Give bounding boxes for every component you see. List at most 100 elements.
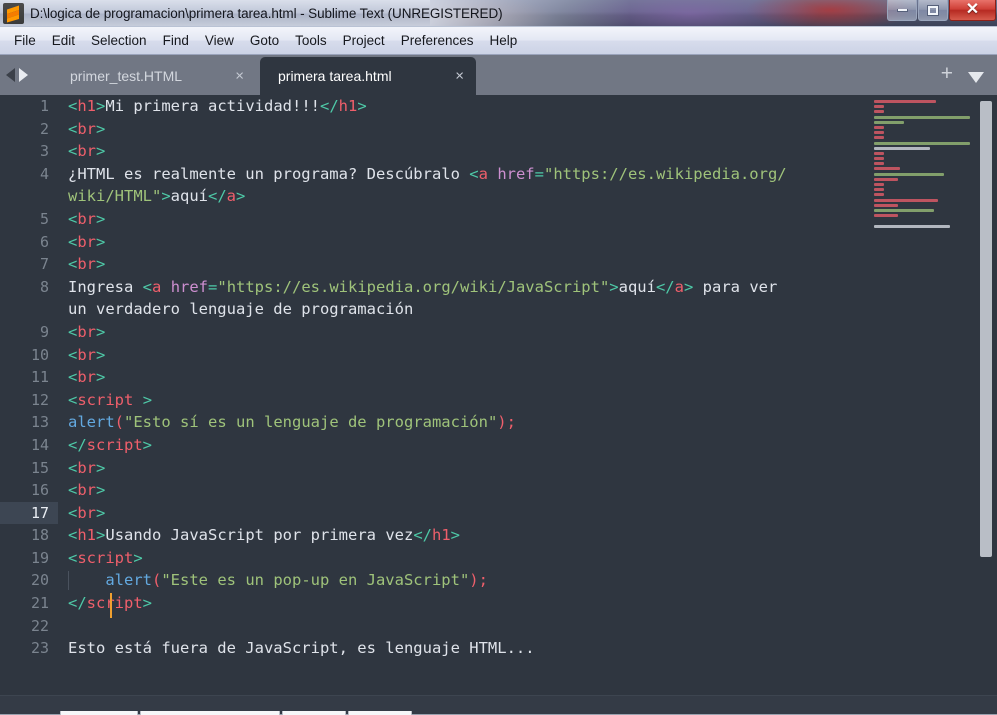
code-line[interactable]: 23 Esto está fuera de JavaScript, es leng… [0,637,997,660]
token-punct: > [96,142,106,161]
token-punct: < [68,390,78,409]
code-lines-container[interactable]: 1 <h1>Mi primera actividad!!!</h1> 2 <br> 3 <… [0,95,997,695]
code-line[interactable]: 13 alert("Esto sí es un lenguaje de progr… [0,411,997,434]
code-line-wrapped[interactable]: wiki/HTML">aquí</a> [0,185,997,208]
token-tag: h1 [338,97,358,115]
code-text: wiki/HTML">aquí</a> [68,185,245,208]
tab-label: primera tarea.html [278,68,392,84]
token-punct: < [68,548,78,567]
code-line[interactable]: 22 [0,615,997,638]
token-paren: ); [497,413,516,432]
tab-primer-test[interactable]: primer_test.HTML × [52,57,256,95]
menu-item-view[interactable]: View [197,30,242,51]
token-paren: ( [114,413,125,432]
token-plain: aquí [618,277,656,296]
code-text: <br> [68,253,105,276]
minimap-line [874,162,884,166]
minimap-line [874,110,884,114]
code-line[interactable]: 21 </script> [0,592,997,615]
menu-item-edit[interactable]: Edit [44,30,83,51]
code-minimap[interactable] [870,95,975,695]
line-number: 9 [39,322,49,341]
menu-item-goto[interactable]: Goto [242,30,287,51]
minimize-button[interactable] [887,0,917,21]
code-line[interactable]: 11 <br> [0,366,997,389]
chevron-left-icon[interactable] [6,68,15,82]
menu-item-find[interactable]: Find [155,30,197,51]
code-line[interactable]: 6 <br> [0,231,997,254]
token-punct: = [534,164,544,183]
token-punct: </ [320,97,339,115]
code-line[interactable]: 1 <h1>Mi primera actividad!!!</h1> [0,95,997,118]
code-line[interactable]: 9 <br> [0,321,997,344]
code-line[interactable]: 5 <br> [0,208,997,231]
code-editor[interactable]: 1 <h1>Mi primera actividad!!!</h1> 2 <br> 3 <… [0,95,997,695]
close-button[interactable]: ✕ [949,0,996,21]
tab-navigation-arrows[interactable] [6,66,48,84]
chevron-right-icon[interactable] [19,68,28,82]
code-line[interactable]: 3 <br> [0,140,997,163]
menu-item-project[interactable]: Project [335,30,393,51]
token-tag: a [478,164,488,183]
tab-close-icon[interactable]: × [455,69,464,84]
token-attr: href [170,277,209,296]
vertical-scrollbar-track[interactable] [975,95,997,695]
code-line[interactable]: 7 <br> [0,253,997,276]
code-line[interactable]: 8 Ingresa <a href="https://es.wikipedia.o… [0,276,997,299]
taskbar-item[interactable] [60,711,138,715]
token-punct: < [68,458,78,477]
minimap-line [874,193,884,197]
line-number: 2 [39,119,49,138]
tab-primera-tarea[interactable]: primera tarea.html × [260,57,476,95]
token-tag: br [77,503,97,522]
chevron-down-icon[interactable] [968,72,984,83]
tab-close-icon[interactable]: × [235,69,244,84]
token-tag: script [86,594,143,613]
code-line[interactable]: 2 <br> [0,118,997,141]
taskbar-item[interactable] [282,711,346,715]
line-number [0,298,58,321]
token-punct: > [96,458,106,477]
code-line[interactable]: 4 ¿HTML es realmente un programa? Descúbr… [0,163,997,186]
token-tag: br [77,345,97,364]
menu-item-file[interactable]: File [6,30,44,51]
tab-bar: primer_test.HTML × primera tarea.html × … [0,55,997,95]
token-punct: < [68,322,78,341]
token-tag: h1 [431,526,451,545]
code-text: <br> [68,366,105,389]
code-line[interactable]: 16 <br> [0,479,997,502]
token-tag: br [77,322,97,341]
line-number: 16 [30,481,49,500]
line-number: 23 [30,639,49,658]
code-line[interactable]: 20 alert("Este es un pop-up en JavaScrip… [0,569,997,592]
line-number: 7 [39,255,49,274]
token-punct: > [683,277,694,296]
taskbar-item[interactable] [348,711,412,715]
token-plain: Esto está fuera de JavaScript, es lengua… [68,639,535,658]
code-line[interactable]: 10 <br> [0,344,997,367]
minimap-line [874,115,970,119]
code-line-wrapped[interactable]: un verdadero lenguaje de programación [0,298,997,321]
code-line[interactable]: 15 <br> [0,457,997,480]
menu-item-help[interactable]: Help [482,30,526,51]
code-line[interactable]: 18 <h1>Usando JavaScript por primera vez<… [0,524,997,547]
token-punct: > [609,277,619,296]
vertical-scrollbar-thumb[interactable] [980,101,992,557]
window-title-bar[interactable]: D:\logica de programacion\primera tarea.… [0,0,997,27]
maximize-button[interactable] [918,0,948,21]
line-number: 13 [30,413,49,432]
code-line[interactable]: 17 <br> [0,501,997,525]
code-line[interactable]: 19 <script> [0,547,997,570]
menu-item-selection[interactable]: Selection [83,30,155,51]
menu-item-preferences[interactable]: Preferences [393,30,482,51]
menu-item-tools[interactable]: Tools [287,30,335,51]
taskbar-item[interactable] [140,711,280,715]
line-number: 1 [39,97,49,115]
token-tag: h1 [77,526,97,545]
minimap-line [874,172,944,176]
code-line[interactable]: 14 </script> [0,434,997,457]
code-line[interactable]: 12 <script > [0,389,997,412]
code-text: <br> [68,321,105,344]
line-number: 17 [0,501,58,525]
new-tab-button[interactable]: + [941,63,953,84]
